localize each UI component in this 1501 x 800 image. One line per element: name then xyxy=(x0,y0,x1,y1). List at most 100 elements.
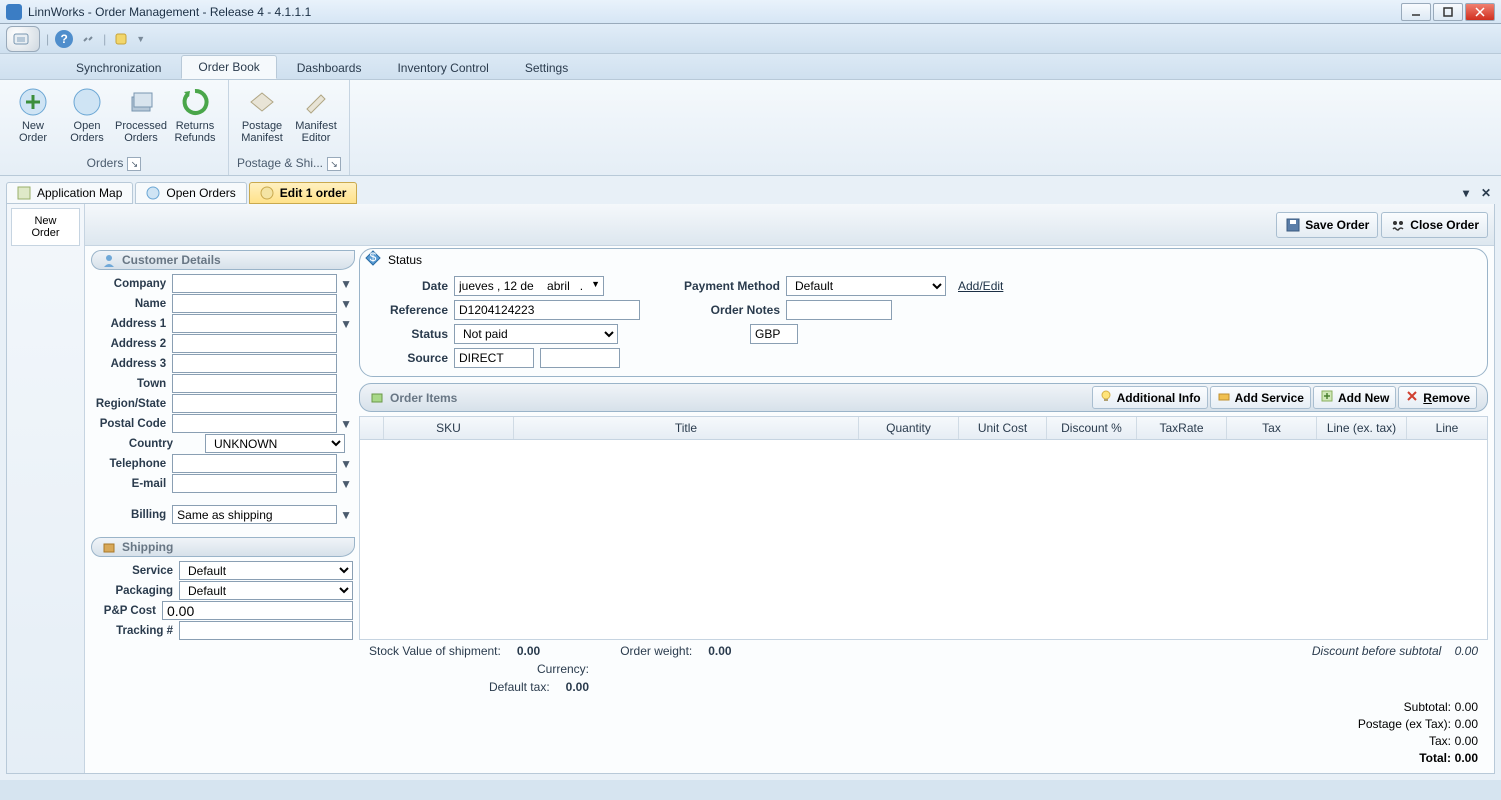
order-items-panel: Order Items Additional Info Add Service xyxy=(359,381,1488,766)
save-icon xyxy=(1285,217,1301,233)
default-tax-label: Default tax: xyxy=(489,680,550,694)
col-sku[interactable]: SKU xyxy=(384,417,514,439)
sidebar-item-new-order[interactable]: New Order xyxy=(11,208,80,246)
close-order-button[interactable]: Close Order xyxy=(1381,212,1488,238)
link-icon[interactable] xyxy=(79,30,97,48)
disclosure-icon[interactable]: ▼ xyxy=(340,417,353,431)
col-line-ex[interactable]: Line (ex. tax) xyxy=(1317,417,1407,439)
status-panel: $ Status Date ▼ R xyxy=(359,248,1488,377)
orders-icon xyxy=(146,186,160,200)
ribbon-group-postage-label: Postage & Shi... xyxy=(237,156,323,170)
address1-input[interactable] xyxy=(172,314,337,333)
col-taxrate[interactable]: TaxRate xyxy=(1137,417,1227,439)
app-menu-button[interactable] xyxy=(6,26,40,52)
disclosure-icon[interactable]: ▼ xyxy=(340,317,353,331)
save-order-button[interactable]: Save Order xyxy=(1276,212,1378,238)
country-select[interactable]: UNKNOWN xyxy=(205,434,345,453)
processed-orders-button[interactable]: Processed Orders xyxy=(114,84,168,154)
col-unit-cost[interactable]: Unit Cost xyxy=(959,417,1047,439)
orders-group-expander-icon[interactable]: ↘ xyxy=(127,157,141,171)
address2-input[interactable] xyxy=(172,334,337,353)
currency-label: Currency: xyxy=(537,662,589,676)
date-input[interactable] xyxy=(454,276,604,296)
box-icon xyxy=(102,540,116,554)
address3-input[interactable] xyxy=(172,354,337,373)
close-window-button[interactable] xyxy=(1465,3,1495,21)
items-grid-body[interactable] xyxy=(359,440,1488,640)
packaging-select[interactable]: Default xyxy=(179,581,353,600)
disclosure-icon[interactable]: ▼ xyxy=(340,277,353,291)
company-input[interactable] xyxy=(172,274,337,293)
customer-details-header: Customer Details xyxy=(91,250,355,270)
help-icon[interactable]: ? xyxy=(55,30,73,48)
minimize-button[interactable] xyxy=(1401,3,1431,21)
tab-order-book[interactable]: Order Book xyxy=(181,55,276,79)
subtotal-label: Subtotal: xyxy=(1404,700,1451,714)
disclosure-icon[interactable]: ▼ xyxy=(340,457,353,471)
tab-synchronization[interactable]: Synchronization xyxy=(60,57,177,79)
town-input[interactable] xyxy=(172,374,337,393)
add-service-button[interactable]: Add Service xyxy=(1210,386,1311,409)
add-icon xyxy=(1320,389,1334,406)
source-extra-input[interactable] xyxy=(540,348,620,368)
ribbon: New Order Open Orders Processed Orders R… xyxy=(0,80,1501,176)
col-title[interactable]: Title xyxy=(514,417,859,439)
new-order-icon xyxy=(17,86,49,118)
total-label: Total: xyxy=(1419,751,1451,765)
new-order-button[interactable]: New Order xyxy=(6,84,60,154)
email-input[interactable] xyxy=(172,474,337,493)
col-discount[interactable]: Discount % xyxy=(1047,417,1137,439)
disclosure-icon[interactable]: ▼ xyxy=(340,477,353,491)
tax-value: 0.00 xyxy=(1455,734,1478,748)
postage-group-expander-icon[interactable]: ↘ xyxy=(327,157,341,171)
doctab-application-map[interactable]: Application Map xyxy=(6,182,133,204)
qat-dropdown-icon[interactable]: ▼ xyxy=(136,34,145,44)
order-notes-input[interactable] xyxy=(786,300,892,320)
addedit-link[interactable]: Add/Edit xyxy=(958,279,1003,293)
postal-input[interactable] xyxy=(172,414,337,433)
service-select[interactable]: Default xyxy=(179,561,353,580)
doctab-options-icon[interactable]: ▾ xyxy=(1457,184,1475,202)
open-orders-icon xyxy=(71,86,103,118)
col-quantity[interactable]: Quantity xyxy=(859,417,959,439)
postage-manifest-button[interactable]: Postage Manifest xyxy=(235,84,289,154)
doctab-edit-order[interactable]: Edit 1 order xyxy=(249,182,358,204)
source-input[interactable] xyxy=(454,348,534,368)
doctab-close-icon[interactable]: ✕ xyxy=(1477,184,1495,202)
open-orders-button[interactable]: Open Orders xyxy=(60,84,114,154)
tab-inventory-control[interactable]: Inventory Control xyxy=(381,57,504,79)
date-dropdown-icon[interactable]: ▼ xyxy=(591,279,600,289)
tab-dashboards[interactable]: Dashboards xyxy=(281,57,378,79)
disclosure-icon[interactable]: ▼ xyxy=(340,508,353,522)
disclosure-icon[interactable]: ▼ xyxy=(340,297,353,311)
payment-method-select[interactable]: Default xyxy=(786,276,946,296)
name-input[interactable] xyxy=(172,294,337,313)
col-tax[interactable]: Tax xyxy=(1227,417,1317,439)
returns-refunds-button[interactable]: Returns Refunds xyxy=(168,84,222,154)
ribbon-tabs: Synchronization Order Book Dashboards In… xyxy=(0,54,1501,80)
tracking-input[interactable] xyxy=(179,621,353,640)
tab-settings[interactable]: Settings xyxy=(509,57,584,79)
currency-input[interactable] xyxy=(750,324,798,344)
reference-input[interactable] xyxy=(454,300,640,320)
ribbon-group-orders: New Order Open Orders Processed Orders R… xyxy=(0,80,229,175)
telephone-input[interactable] xyxy=(172,454,337,473)
tool-icon[interactable] xyxy=(112,30,130,48)
remove-icon xyxy=(1405,389,1419,406)
subtotal-value: 0.00 xyxy=(1455,700,1478,714)
status-select[interactable]: Not paid xyxy=(454,324,618,344)
tax-label: Tax: xyxy=(1429,734,1451,748)
doctab-open-orders[interactable]: Open Orders xyxy=(135,182,246,204)
ppcost-input[interactable] xyxy=(162,601,353,620)
region-input[interactable] xyxy=(172,394,337,413)
ribbon-group-postage: Postage Manifest Manifest Editor Postage… xyxy=(229,80,350,175)
workspace-sidebar: New Order xyxy=(7,204,85,773)
manifest-editor-button[interactable]: Manifest Editor xyxy=(289,84,343,154)
maximize-button[interactable] xyxy=(1433,3,1463,21)
additional-info-button[interactable]: Additional Info xyxy=(1092,386,1208,409)
col-line[interactable]: Line xyxy=(1407,417,1487,439)
remove-button[interactable]: RRemoveemove xyxy=(1398,386,1477,409)
add-new-button[interactable]: Add New xyxy=(1313,386,1396,409)
window-titlebar: LinnWorks - Order Management - Release 4… xyxy=(0,0,1501,24)
billing-input[interactable] xyxy=(172,505,337,524)
